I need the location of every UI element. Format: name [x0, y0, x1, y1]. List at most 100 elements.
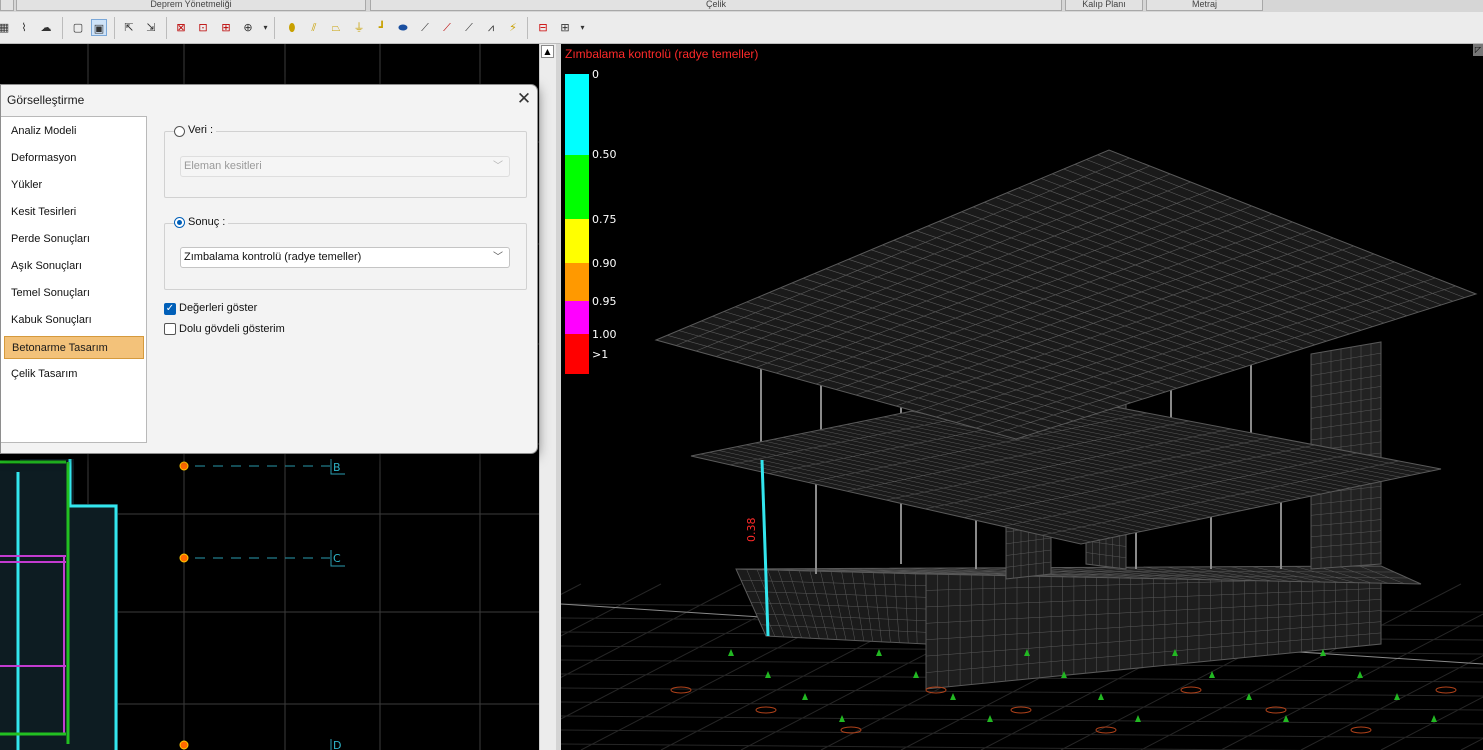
- support-icon[interactable]: ⟋: [461, 19, 477, 36]
- tab-deprem-yonetmeligi[interactable]: Deprem Yönetmeliği: [16, 0, 366, 11]
- tab-metraj[interactable]: Metraj: [1146, 0, 1263, 11]
- chevron-down-icon: ﹀: [493, 252, 503, 263]
- result-legend: 0 0.50 0.75 0.90 0.95 1.00 >1: [561, 44, 641, 384]
- plan-view-scrollbar[interactable]: ▲: [539, 44, 556, 750]
- veri-combo[interactable]: Eleman kesitleri ﹀: [180, 156, 510, 177]
- legend-label: 0.50: [592, 148, 617, 161]
- legend-label: >1: [592, 348, 609, 361]
- solid-body-checkbox[interactable]: [164, 323, 176, 335]
- toolbar-separator: [527, 17, 528, 39]
- sonuc-radio[interactable]: [174, 217, 185, 228]
- load-marker: [1350, 726, 1372, 734]
- dimension-icon[interactable]: ⟋: [417, 19, 433, 36]
- node-icon[interactable]: ⟋: [439, 19, 455, 36]
- main-toolbar: ▦ ⌇ ☁ ▢ ▣ ⇱ ⇲ ⊠ ⊡ ⊞ ⊕ ▾ ⬮ ⫽ ⏢ ⏚ ┛ ⬬ ⟋ ⟋ …: [0, 12, 1483, 44]
- nav-item-yukler[interactable]: Yükler: [4, 174, 144, 197]
- legend-swatch: [565, 263, 589, 301]
- support-marker: [1357, 671, 1363, 678]
- support-marker: [765, 671, 771, 678]
- toolbar-separator: [62, 17, 63, 39]
- sonuc-combo[interactable]: Zımbalama kontrolü (radye temeller) ﹀: [180, 247, 510, 268]
- tab-celik[interactable]: Çelik: [370, 0, 1062, 11]
- chevron-down-icon: ﹀: [493, 161, 503, 172]
- beam-icon[interactable]: ⫽: [306, 19, 322, 36]
- veri-radio[interactable]: [174, 126, 185, 137]
- support-marker: [1135, 715, 1141, 722]
- load-marker: [1010, 706, 1032, 714]
- axis-label-d: D: [333, 739, 341, 750]
- sonuc-combo-value: Zımbalama kontrolü (radye temeller): [184, 251, 362, 263]
- frame-zoom-icon[interactable]: ⊕: [240, 19, 256, 36]
- wall-icon[interactable]: ┛: [374, 19, 390, 36]
- nav-item-perde-sonuclari[interactable]: Perde Sonuçları: [4, 228, 144, 251]
- nav-item-kabuk-sonuclari[interactable]: Kabuk Sonuçları: [4, 309, 144, 332]
- frame-sr-icon[interactable]: ⊞: [218, 19, 234, 36]
- load-marker: [755, 706, 777, 714]
- result-category-list: Analiz Modeli Deformasyon Yükler Kesit T…: [1, 116, 147, 443]
- support-marker: [987, 715, 993, 722]
- toolbar-separator: [166, 17, 167, 39]
- legend-label: 1.00: [592, 328, 617, 341]
- top-tab-bar: Deprem Yönetmeliği Çelik Kalıp Planı Met…: [0, 0, 1483, 12]
- slab-icon[interactable]: ⏢: [328, 19, 344, 36]
- legend-swatch: [565, 301, 589, 334]
- foundation-icon[interactable]: ⬬: [395, 19, 411, 36]
- graph-icon[interactable]: ⩘: [483, 19, 499, 36]
- toolbar-separator: [114, 17, 115, 39]
- legend-label: 0: [592, 68, 599, 81]
- show-values-checkbox[interactable]: ✓: [164, 303, 176, 315]
- model-3d-drawing: [561, 149, 1483, 750]
- tab-kalip-plani[interactable]: Kalıp Planı: [1065, 0, 1143, 11]
- toolbar-overflow-icon[interactable]: ▾: [261, 19, 270, 36]
- legend-swatch: [565, 74, 589, 155]
- visualization-dialog: Görselleştirme ✕ Analiz Modeli Deformasy…: [0, 84, 538, 454]
- nav-item-betonarme-tasarim[interactable]: Betonarme Tasarım: [4, 336, 144, 359]
- tab-left-stub[interactable]: [0, 0, 14, 11]
- support-marker: [876, 649, 882, 656]
- nav-item-deformasyon[interactable]: Deformasyon: [4, 147, 144, 170]
- load-icon[interactable]: ⚡: [505, 19, 521, 36]
- support-marker: [1283, 715, 1289, 722]
- frame-x-icon[interactable]: ⊠: [173, 19, 189, 36]
- column-icon[interactable]: ⬮: [284, 19, 300, 36]
- nav-item-kesit-tesirleri[interactable]: Kesit Tesirleri: [4, 201, 144, 224]
- support-marker: [1431, 715, 1437, 722]
- frame-z-icon[interactable]: ⊡: [195, 19, 211, 36]
- column-value-label: 0.38: [745, 517, 758, 543]
- window-single-icon[interactable]: ▢: [70, 19, 86, 36]
- window-split-icon[interactable]: ▣: [91, 19, 107, 36]
- delete-icon[interactable]: ⊟: [535, 19, 551, 36]
- toolbar-separator: [274, 17, 275, 39]
- section-view-icon[interactable]: ⌇: [16, 19, 32, 36]
- nav-item-analiz-modeli[interactable]: Analiz Modeli: [4, 120, 144, 143]
- pan-icon[interactable]: ⇲: [143, 19, 159, 36]
- raft-front-left-face: [735, 568, 927, 645]
- dialog-title: Görselleştirme: [7, 93, 85, 107]
- refresh-icon[interactable]: ⇱: [121, 19, 137, 36]
- floor-view-icon[interactable]: ▦: [0, 19, 12, 36]
- load-marker: [670, 686, 692, 694]
- model-3d-view[interactable]: Zımbalama kontrolü (radye temeller) 0 0.…: [561, 44, 1483, 750]
- support-marker: [950, 693, 956, 700]
- legend-swatch: [565, 155, 589, 219]
- view-3d-icon[interactable]: ☁: [38, 19, 54, 36]
- support-marker: [802, 693, 808, 700]
- raft-front-face-grid: [925, 566, 1382, 688]
- close-icon[interactable]: ✕: [512, 87, 536, 111]
- axis-icon[interactable]: ⏚: [351, 19, 367, 36]
- support-marker: [913, 671, 919, 678]
- axis-label-c: C: [333, 552, 341, 565]
- view-corner-icon[interactable]: ◸: [1473, 44, 1483, 56]
- legend-label: 0.75: [592, 213, 617, 226]
- load-marker: [1435, 686, 1457, 694]
- nav-item-temel-sonuclari[interactable]: Temel Sonuçları: [4, 282, 144, 305]
- support-marker: [1098, 693, 1104, 700]
- show-values-label: Değerleri göster: [179, 302, 258, 314]
- nav-item-celik-tasarim[interactable]: Çelik Tasarım: [4, 363, 144, 386]
- nav-item-asik-sonuclari[interactable]: Aşık Sonuçları: [4, 255, 144, 278]
- toolbar-overflow-icon[interactable]: ▾: [578, 19, 587, 36]
- grid-icon[interactable]: ⊞: [557, 19, 573, 36]
- legend-swatch: [565, 334, 589, 374]
- sonuc-label: Sonuç :: [185, 216, 229, 228]
- scroll-up-icon[interactable]: ▲: [541, 45, 554, 58]
